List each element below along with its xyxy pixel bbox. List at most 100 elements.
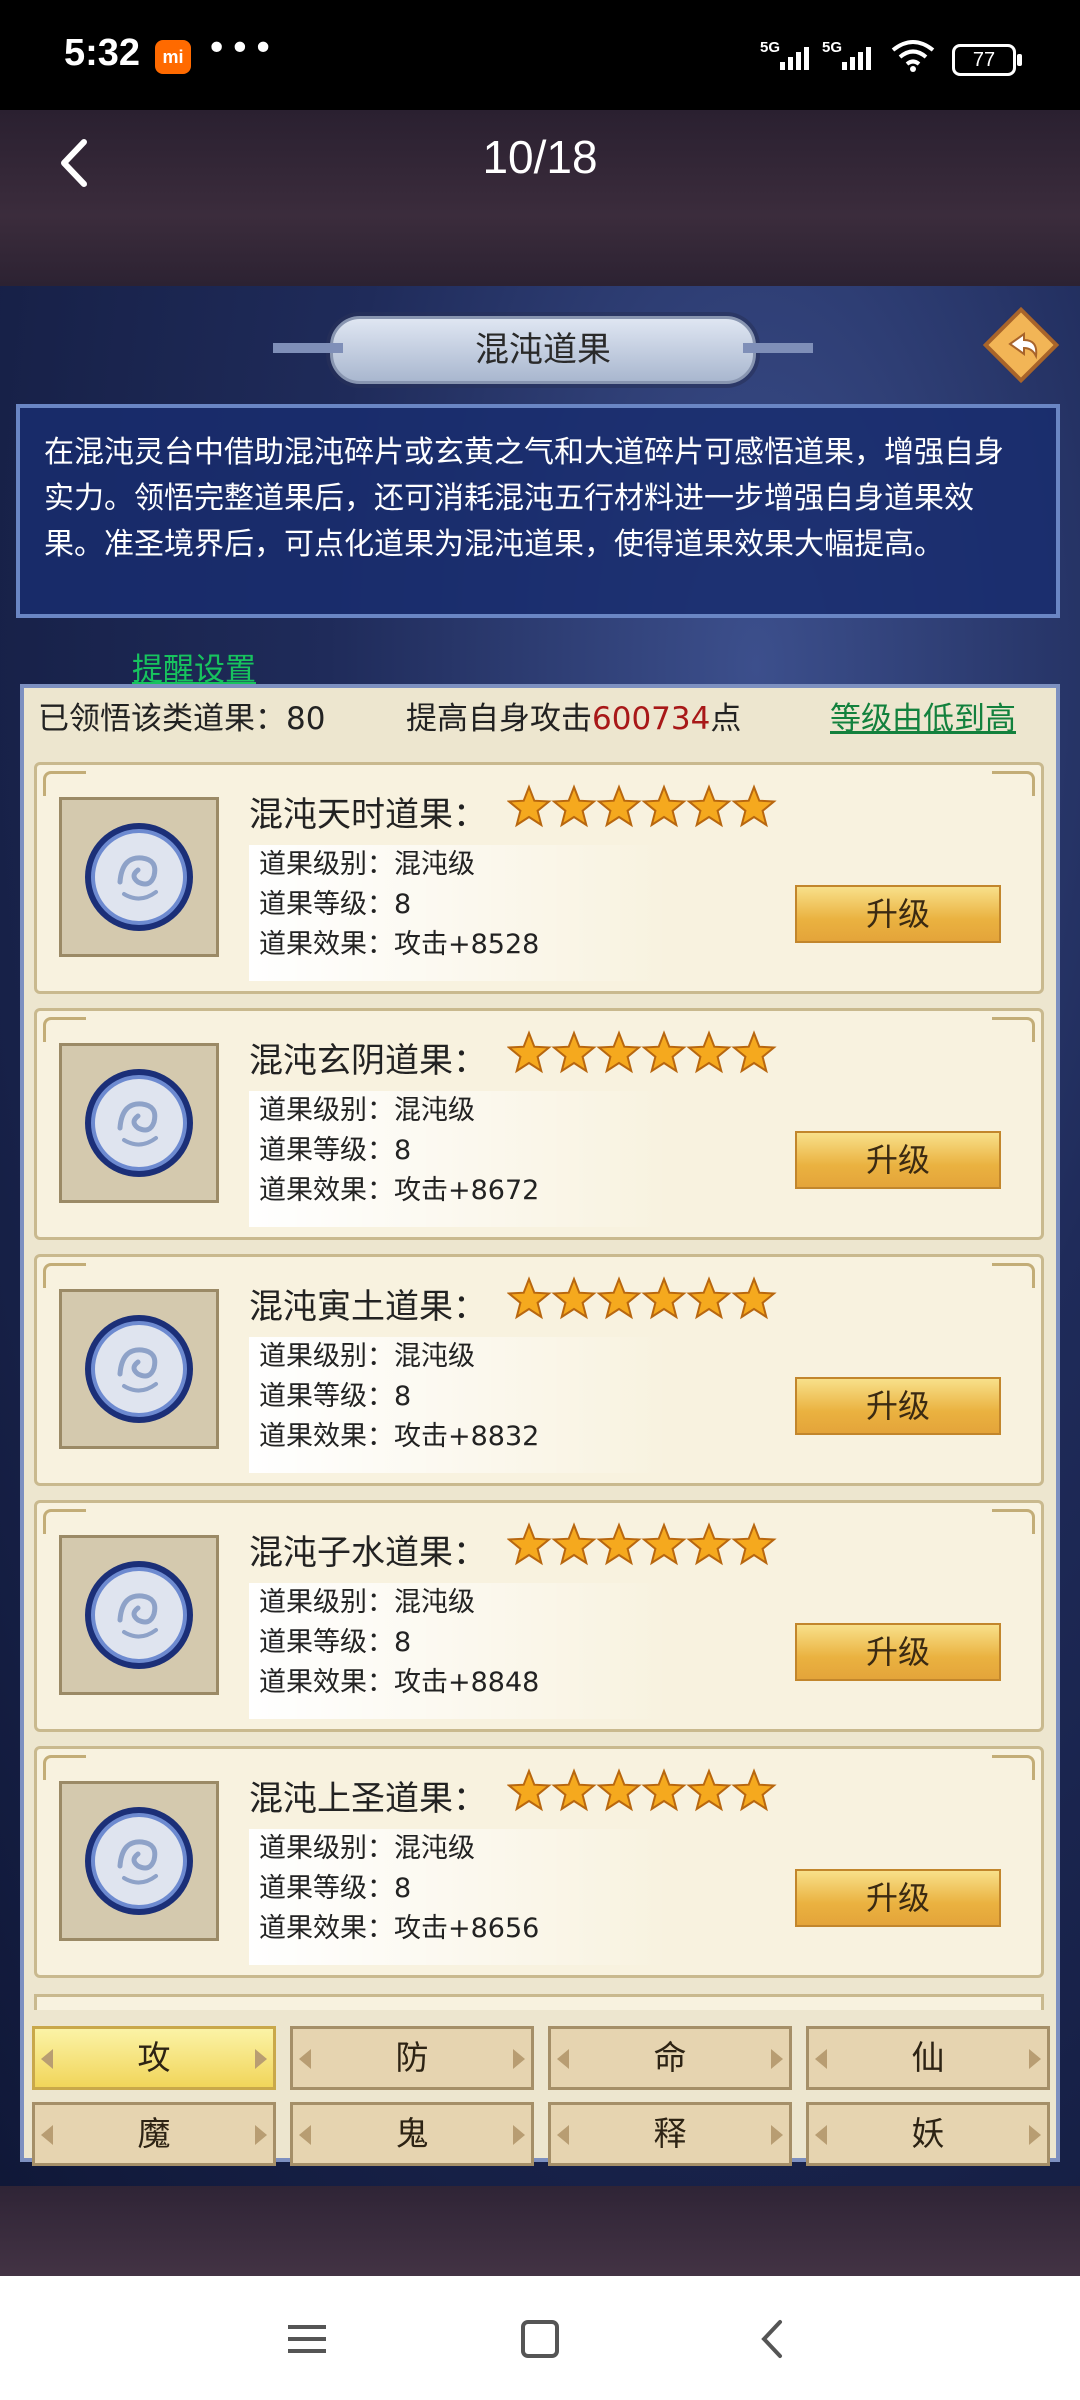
fruit-card: 混沌寅土道果： 道果级别：混沌级 道果等级：8 道果效果：攻击+8832 升级 xyxy=(34,1254,1044,1486)
card-corner-ornament xyxy=(992,1263,1035,1288)
attack-boost: 提高自身攻击600734点 xyxy=(406,688,741,750)
fruit-effect: 道果效果：攻击+8672 xyxy=(259,1175,540,1206)
tab-label: 释 xyxy=(653,2114,687,2153)
tab-left-ornament xyxy=(41,2125,53,2145)
status-bar: 5:32 mi ••• 5G 5G 77 xyxy=(0,0,1080,110)
star-icon xyxy=(551,1768,597,1812)
star-icon xyxy=(686,1030,732,1074)
attack-boost-suffix: 点 xyxy=(710,701,742,737)
star-icon xyxy=(731,1522,777,1566)
category-tab[interactable]: 鬼 xyxy=(290,2102,534,2166)
star-icon xyxy=(596,1030,642,1074)
star-icon xyxy=(596,1276,642,1320)
tab-left-ornament xyxy=(557,2049,569,2069)
panel-title: 混沌道果 xyxy=(273,316,813,384)
next-card-peek xyxy=(34,1994,1044,2010)
tab-right-ornament xyxy=(513,2049,525,2069)
learned-count: 已领悟该类道果：80 xyxy=(38,701,326,737)
fruit-icon-frame[interactable] xyxy=(59,797,219,957)
fruit-level: 道果等级：8 xyxy=(259,1873,412,1904)
chaos-fruit-icon xyxy=(85,1561,193,1669)
category-tab[interactable]: 魔 xyxy=(32,2102,276,2166)
fruit-info: 道果级别：混沌级 道果等级：8 道果效果：攻击+8656 xyxy=(249,1829,669,1965)
upgrade-button[interactable]: 升级 xyxy=(795,1377,1001,1435)
card-corner-ornament xyxy=(992,1017,1035,1042)
category-tab[interactable]: 仙 xyxy=(806,2026,1050,2090)
star-rating-icon xyxy=(506,1030,777,1074)
fruit-name: 混沌天时道果： xyxy=(249,795,487,835)
star-icon xyxy=(506,1522,552,1566)
fruit-icon-frame[interactable] xyxy=(59,1289,219,1449)
signal-icon-2: 5G xyxy=(822,39,871,70)
star-icon xyxy=(731,1030,777,1074)
fruit-card: 混沌玄阴道果： 道果级别：混沌级 道果等级：8 道果效果：攻击+8672 升级 xyxy=(34,1008,1044,1240)
star-icon xyxy=(641,1768,687,1812)
tab-label: 魔 xyxy=(137,2114,171,2153)
card-corner-ornament xyxy=(43,1755,86,1780)
upgrade-button[interactable]: 升级 xyxy=(795,885,1001,943)
wifi-icon xyxy=(891,40,935,72)
fruit-level: 道果等级：8 xyxy=(259,889,412,920)
star-icon xyxy=(686,784,732,828)
star-icon xyxy=(551,1030,597,1074)
fruit-grade: 道果级别：混沌级 xyxy=(259,1341,475,1372)
star-icon xyxy=(641,1522,687,1566)
star-rating xyxy=(506,1521,777,1575)
card-corner-ornament xyxy=(43,771,86,796)
star-rating-icon xyxy=(506,1522,777,1566)
fruit-name: 混沌玄阴道果： xyxy=(249,1041,487,1081)
fruit-card: 混沌天时道果： 道果级别：混沌级 道果等级：8 道果效果：攻击+8528 升级 xyxy=(34,762,1044,994)
tab-label: 攻 xyxy=(137,2038,171,2077)
fruit-effect: 道果效果：攻击+8832 xyxy=(259,1421,540,1452)
star-icon xyxy=(551,1276,597,1320)
upgrade-button[interactable]: 升级 xyxy=(795,1623,1001,1681)
tab-left-ornament xyxy=(299,2125,311,2145)
category-tab[interactable]: 攻 xyxy=(32,2026,276,2090)
upgrade-button[interactable]: 升级 xyxy=(795,1131,1001,1189)
category-tab[interactable]: 命 xyxy=(548,2026,792,2090)
star-icon xyxy=(596,1522,642,1566)
fruit-level: 道果等级：8 xyxy=(259,1135,412,1166)
fruit-icon-frame[interactable] xyxy=(59,1535,219,1695)
network-label-2: 5G xyxy=(822,39,842,56)
fruit-grade: 道果级别：混沌级 xyxy=(259,1095,475,1126)
home-icon[interactable] xyxy=(515,2314,565,2364)
fruit-icon-frame[interactable] xyxy=(59,1043,219,1203)
category-tab[interactable]: 释 xyxy=(548,2102,792,2166)
category-tab[interactable]: 妖 xyxy=(806,2102,1050,2166)
star-icon xyxy=(506,1030,552,1074)
upgrade-button[interactable]: 升级 xyxy=(795,1869,1001,1927)
card-corner-ornament xyxy=(43,1263,86,1288)
fruit-grade: 道果级别：混沌级 xyxy=(259,1833,475,1864)
star-icon xyxy=(506,1768,552,1812)
tab-left-ornament xyxy=(815,2049,827,2069)
star-rating xyxy=(506,1275,777,1329)
remind-settings-link[interactable]: 提醒设置 xyxy=(132,644,256,689)
fruit-effect: 道果效果：攻击+8528 xyxy=(259,929,540,960)
bottom-decor xyxy=(0,2186,1080,2276)
menu-icon[interactable] xyxy=(282,2314,332,2364)
chaos-fruit-icon xyxy=(85,1315,193,1423)
return-arrow-icon[interactable] xyxy=(980,304,1062,386)
fruit-icon-frame[interactable] xyxy=(59,1781,219,1941)
star-icon xyxy=(551,1522,597,1566)
status-time: 5:32 xyxy=(64,32,141,74)
chaos-fruit-icon xyxy=(85,823,193,931)
star-rating xyxy=(506,1029,777,1083)
page-counter: 10/18 xyxy=(482,131,598,183)
mi-app-icon: mi xyxy=(155,40,191,74)
back-icon[interactable] xyxy=(748,2314,798,2364)
star-icon xyxy=(506,784,552,828)
fruit-level: 道果等级：8 xyxy=(259,1627,412,1658)
star-icon xyxy=(686,1522,732,1566)
star-rating xyxy=(506,783,777,837)
card-corner-ornament xyxy=(992,771,1035,796)
fruit-name: 混沌寅土道果： xyxy=(249,1287,487,1327)
star-icon xyxy=(731,1276,777,1320)
top-header: 10/18 xyxy=(0,110,1080,286)
description-box: 在混沌灵台中借助混沌碎片或玄黄之气和大道碎片可感悟道果，增强自身实力。领悟完整道… xyxy=(16,404,1060,618)
sort-order-link[interactable]: 等级由低到高 xyxy=(830,688,1016,750)
category-tab[interactable]: 防 xyxy=(290,2026,534,2090)
star-icon xyxy=(686,1276,732,1320)
fruit-effect: 道果效果：攻击+8656 xyxy=(259,1913,540,1944)
